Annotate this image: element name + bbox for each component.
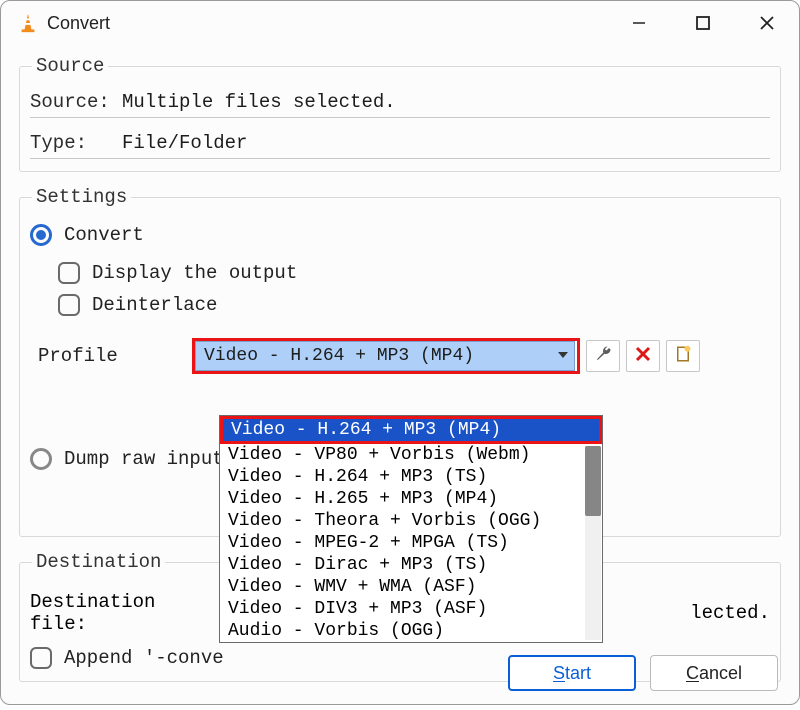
profile-option[interactable]: Video - Theora + Vorbis (OGG) (220, 510, 602, 532)
source-value: Multiple files selected. (122, 91, 770, 113)
profile-option[interactable]: Video - MPEG-2 + MPGA (TS) (220, 532, 602, 554)
source-label: Source: (30, 91, 122, 113)
source-legend: Source (32, 55, 108, 77)
cancel-button-label-rest: ancel (699, 663, 742, 683)
new-profile-button[interactable] (666, 340, 700, 372)
wrench-icon (594, 345, 612, 368)
type-value: File/Folder (122, 132, 770, 154)
profile-label: Profile (38, 345, 192, 367)
display-output-checkbox[interactable] (58, 262, 80, 284)
maximize-button[interactable] (671, 1, 735, 45)
source-group: Source Source: Multiple files selected. … (19, 55, 781, 172)
destination-file-value: lected. (690, 602, 770, 624)
profile-option[interactable]: Video - Dirac + MP3 (TS) (220, 554, 602, 576)
profile-option[interactable]: Video - DIV3 + MP3 (ASF) (220, 598, 602, 620)
deinterlace-checkbox[interactable] (58, 294, 80, 316)
profile-dropdown[interactable]: Video - H.264 + MP3 (MP4) (195, 341, 575, 371)
convert-radio-label: Convert (64, 224, 144, 246)
edit-profile-button[interactable] (586, 340, 620, 372)
append-converted-checkbox[interactable] (30, 647, 52, 669)
profile-option[interactable]: Audio - Vorbis (OGG) (220, 620, 602, 642)
chevron-down-icon (558, 346, 568, 366)
dump-raw-label: Dump raw input (64, 448, 224, 470)
vlc-cone-icon (17, 12, 39, 34)
close-button[interactable] (735, 1, 799, 45)
append-converted-label: Append '-conve (64, 647, 224, 669)
settings-legend: Settings (32, 186, 131, 208)
deinterlace-label: Deinterlace (92, 294, 217, 316)
delete-profile-button[interactable] (626, 340, 660, 372)
cancel-button[interactable]: Cancel (650, 655, 778, 691)
display-output-label: Display the output (92, 262, 297, 284)
profile-option[interactable]: Video - WMV + WMA (ASF) (220, 576, 602, 598)
start-button[interactable]: Start (508, 655, 636, 691)
type-label: Type: (30, 132, 122, 154)
destination-file-label: Destination file: (30, 591, 216, 635)
x-icon (635, 346, 651, 367)
profile-selected: Video - H.264 + MP3 (MP4) (204, 346, 474, 366)
new-document-icon (674, 345, 692, 368)
minimize-button[interactable] (607, 1, 671, 45)
destination-legend: Destination (32, 551, 165, 573)
start-button-label-rest: tart (565, 663, 591, 683)
profile-option[interactable]: Video - H.264 + MP3 (MP4) (223, 419, 599, 441)
profile-option[interactable]: Video - H.265 + MP3 (MP4) (220, 488, 602, 510)
profile-option[interactable]: Video - H.264 + MP3 (TS) (220, 466, 602, 488)
convert-radio[interactable] (30, 224, 52, 246)
dump-raw-radio[interactable] (30, 448, 52, 470)
dropdown-scrollbar-thumb[interactable] (585, 446, 601, 516)
profile-option[interactable]: Video - VP80 + Vorbis (Webm) (220, 444, 602, 466)
profile-dropdown-list[interactable]: Video - H.264 + MP3 (MP4) Video - VP80 +… (219, 415, 603, 643)
window-title: Convert (47, 13, 110, 34)
